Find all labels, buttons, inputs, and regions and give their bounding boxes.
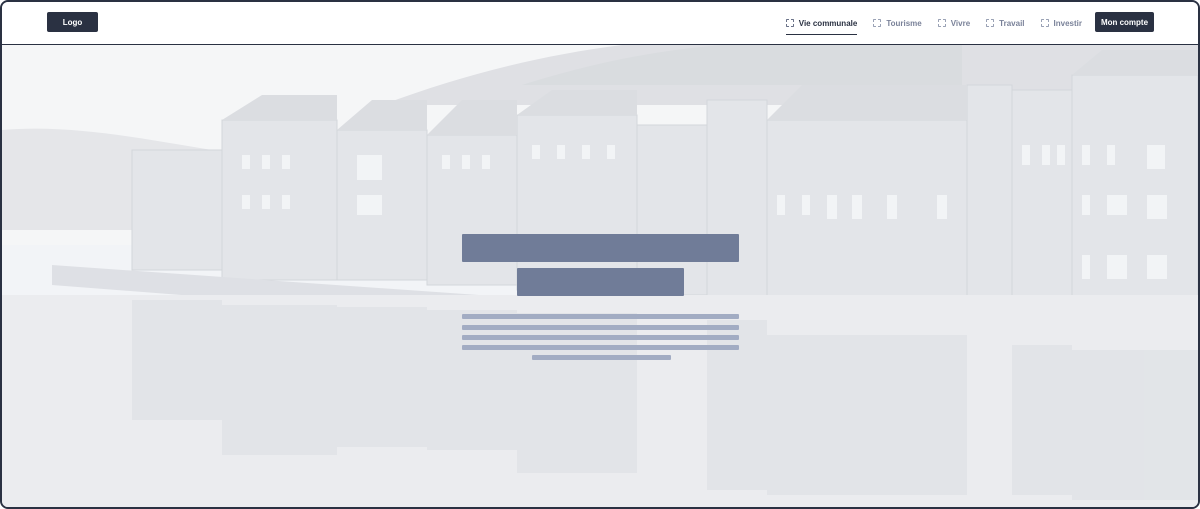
- hero-subtitle-placeholder: [517, 268, 684, 296]
- placeholder-icon: [785, 19, 794, 27]
- site-header: Logo Vie communale Tourisme Vivre Travai…: [2, 2, 1198, 45]
- placeholder-icon: [937, 19, 946, 27]
- nav-item-label: Vivre: [950, 18, 971, 28]
- placeholder-icon: [986, 19, 995, 27]
- hero-text-line-placeholder: [462, 345, 739, 350]
- nav-item-label: Vie communale: [798, 18, 858, 28]
- logo-button[interactable]: Logo: [47, 12, 98, 32]
- nav-item-vivre[interactable]: Vivre: [937, 12, 971, 34]
- nav-item-vie-communale[interactable]: Vie communale: [785, 12, 858, 35]
- nav-item-travail[interactable]: Travail: [986, 12, 1025, 34]
- placeholder-icon: [873, 19, 882, 27]
- nav-item-label: Tourisme: [886, 18, 922, 28]
- nav-item-label: Travail: [999, 18, 1025, 28]
- hero-title-placeholder: [462, 234, 739, 262]
- placeholder-icon: [1040, 19, 1049, 27]
- nav-item-label: Investir: [1053, 18, 1082, 28]
- main-nav: Vie communale Tourisme Vivre Travail Inv…: [770, 12, 1082, 35]
- hero-section: [2, 45, 1198, 507]
- hero-text-line-placeholder: [462, 314, 739, 319]
- page-frame: Logo Vie communale Tourisme Vivre Travai…: [0, 0, 1200, 509]
- hero-text-line-placeholder: [462, 325, 739, 330]
- hero-text-line-placeholder: [462, 335, 739, 340]
- account-button[interactable]: Mon compte: [1095, 12, 1154, 32]
- nav-item-tourisme[interactable]: Tourisme: [873, 12, 922, 34]
- hero-text-line-placeholder: [532, 355, 671, 360]
- nav-item-investir[interactable]: Investir: [1040, 12, 1082, 34]
